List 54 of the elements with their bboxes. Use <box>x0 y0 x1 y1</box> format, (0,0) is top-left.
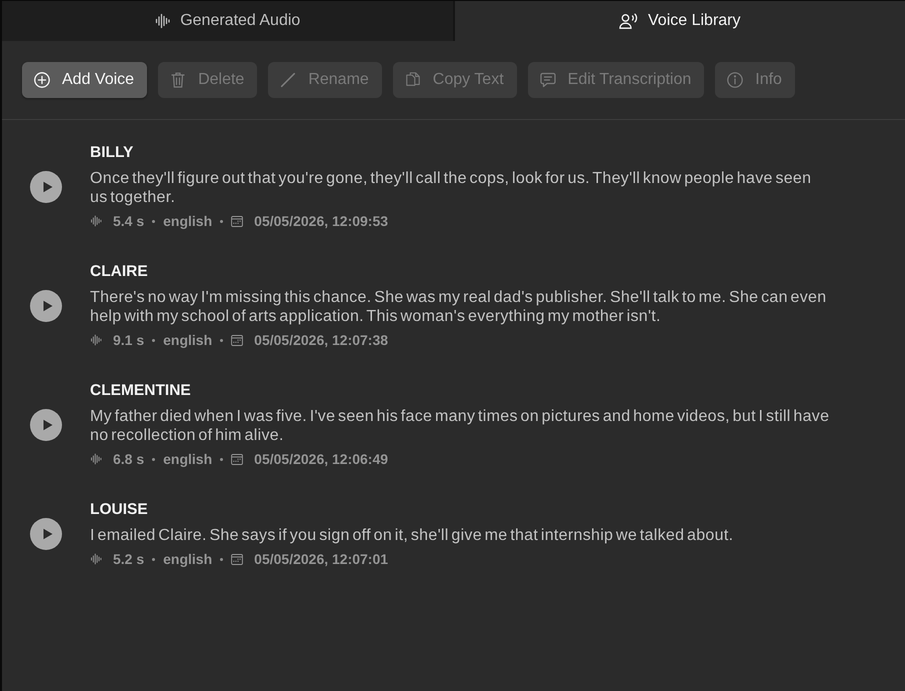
waveform-icon <box>90 553 102 565</box>
play-icon <box>42 418 52 430</box>
waveform-icon <box>154 13 172 29</box>
speaking-person-icon <box>619 13 639 29</box>
voice-name: CLAIRE <box>90 262 149 282</box>
date-text: 05/05/2026, 12:07:38 <box>254 332 388 348</box>
waveform-icon <box>90 334 102 346</box>
duration-text: 9.1 s <box>113 332 144 348</box>
separator-dot-icon <box>220 220 224 222</box>
transcript-text: Once they'll figure out that you're gone, they'll call the cops, look for us. They'll know people have seen us together. <box>90 169 812 207</box>
date-text: 05/05/2026, 12:06:49 <box>254 451 388 467</box>
duration-text: 6.8 s <box>113 451 144 467</box>
language-text: english <box>163 332 212 348</box>
language-text: english <box>163 551 212 567</box>
play-icon <box>42 528 52 540</box>
info-icon <box>727 72 744 88</box>
play-icon <box>42 180 52 192</box>
waveform-icon <box>90 215 102 227</box>
transcript-text: I emailed Claire. She says if you sign off on it, she'll give me that internship we talked about. <box>90 526 734 545</box>
transcript-text: There's no way I'm missing this chance. She was my real dad's publisher. She'll talk to me. She can even help with my school of arts application. This woman's everything my mother isn't. <box>90 288 828 326</box>
speech-bubble-icon <box>540 72 556 88</box>
date-text: 05/05/2026, 12:09:53 <box>254 213 388 229</box>
play-icon <box>42 300 52 312</box>
add-voice-button[interactable]: Add Voice <box>22 62 148 98</box>
play-button[interactable] <box>30 170 62 202</box>
tab[interactable]: Voice Library <box>454 1 905 41</box>
voice-name: CLEMENTINE <box>90 381 192 401</box>
trash-icon <box>170 72 186 88</box>
date-text: 05/05/2026, 12:07:01 <box>254 551 388 567</box>
calendar-icon <box>231 554 244 564</box>
waveform-icon <box>90 453 102 465</box>
calendar-icon <box>231 216 244 226</box>
voice-name: LOUISE <box>90 500 149 520</box>
voice-name: BILLY <box>90 143 134 163</box>
duration-text: 5.2 s <box>113 551 144 567</box>
separator-dot-icon <box>152 338 156 342</box>
play-button[interactable] <box>30 290 62 322</box>
copy-icon <box>404 72 421 88</box>
slash-icon <box>280 72 296 88</box>
separator-dot-icon <box>152 458 156 460</box>
separator-dot-icon <box>152 220 156 222</box>
plus-circle-icon <box>34 72 50 88</box>
duration-text: 5.4 s <box>113 213 144 229</box>
separator-dot-icon <box>220 458 224 460</box>
calendar-icon <box>231 334 244 346</box>
separator-dot-icon <box>220 558 224 560</box>
transcript-text: My father died when I was five. I've seen his face many times on pictures and home videos, but I still have no recollection of him alive. <box>90 407 830 445</box>
play-button[interactable] <box>30 408 62 440</box>
language-text: english <box>163 451 212 467</box>
separator-dot-icon <box>152 558 156 560</box>
play-button[interactable] <box>30 518 62 550</box>
calendar-icon <box>231 454 244 464</box>
separator-dot-icon <box>220 338 224 342</box>
language-text: english <box>163 213 212 229</box>
